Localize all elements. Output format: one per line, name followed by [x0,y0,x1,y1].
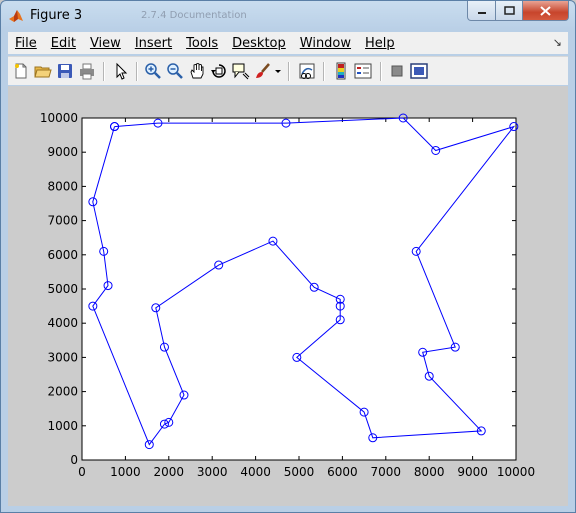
x-tick-label: 1000 [110,465,141,479]
window-title: Figure 3 [30,8,83,23]
x-tick-label: 8000 [414,465,445,479]
insert-legend-icon[interactable] [354,62,372,80]
background-tab: 2.7.4 Documentation [141,10,247,21]
menu-insert-label: Insert [134,35,173,51]
x-tick-label: 9000 [457,465,488,479]
hide-plot-tools-icon[interactable] [388,62,406,80]
x-tick-label: 2000 [154,465,185,479]
x-tick-label: 10000 [497,465,535,479]
menu-tools[interactable]: Tools [179,36,225,51]
menu-insert[interactable]: Insert [128,36,179,51]
matlab-logo-icon [9,10,23,22]
new-figure-icon[interactable] [12,62,30,80]
edit-plot-arrow-icon[interactable] [112,62,130,80]
menu-bar: File Edit View Insert Tools Desktop Wind… [8,32,568,54]
y-tick-label: 10000 [40,111,78,125]
save-icon[interactable] [56,62,74,80]
menu-view[interactable]: View [83,36,128,51]
figure-canvas: 0 1000 2000 3000 4000 5000 6000 7000 8000 9000 100… [8,86,568,506]
menu-edit[interactable]: Edit [44,36,83,51]
y-tick-label: 6000 [47,248,78,262]
toolbar-separator [103,62,105,81]
figure-window: Figure 3 2.7.4 Documentation File Edit V… [0,0,576,513]
y-tick-label: 7000 [47,214,78,228]
menu-help-label: Help [365,35,395,51]
menu-help[interactable]: Help [358,36,402,51]
menu-desktop-label: Desktop [232,35,286,51]
menu-file-label: File [15,35,37,51]
x-tick-label: 3000 [197,465,228,479]
menu-file[interactable]: File [8,36,44,51]
menu-view-label: View [89,35,121,51]
y-tick-label: 9000 [47,145,78,159]
close-icon [540,5,551,16]
y-tick-label: 8000 [47,179,78,193]
x-tick-label: 6000 [327,465,358,479]
y-tick-label: 3000 [47,350,78,364]
zoom-in-icon[interactable] [144,62,162,80]
toolbar-separator [136,62,138,81]
toolbar-separator [380,62,382,81]
menu-tools-label: Tools [186,35,219,51]
brush-icon[interactable] [254,62,272,80]
toolbar-separator [323,62,325,81]
maximize-button[interactable] [495,1,523,21]
y-tick-label: 5000 [47,282,78,296]
rotate-3d-icon[interactable] [210,62,228,80]
minimize-button[interactable] [467,1,496,21]
title-bar[interactable]: Figure 3 2.7.4 Documentation [1,1,575,31]
toolbar-separator [288,62,290,81]
pan-hand-icon[interactable] [188,62,206,80]
menu-desktop[interactable]: Desktop [225,36,293,51]
zoom-out-icon[interactable] [166,62,184,80]
data-cursor-icon[interactable] [232,62,250,80]
menu-edit-label: Edit [50,35,76,51]
minimize-icon [477,11,486,14]
menu-window-label: Window [299,35,352,51]
open-file-icon[interactable] [34,62,52,80]
axes-box[interactable] [81,117,517,461]
print-icon[interactable] [78,62,96,80]
menu-window[interactable]: Window [293,36,358,51]
insert-colorbar-icon[interactable] [332,62,350,80]
plot-svg: 0 1000 2000 3000 4000 5000 6000 7000 8000 9000 100… [40,111,535,479]
figure-toolbar [8,56,568,85]
link-plot-icon[interactable] [298,62,316,80]
y-tick-label: 0 [70,453,78,467]
x-tick-label: 4000 [240,465,271,479]
y-tick-label: 2000 [47,385,78,399]
x-tick-label: 0 [78,465,86,479]
maximize-icon [503,6,515,15]
close-button[interactable] [522,1,569,21]
show-plot-tools-icon[interactable] [410,62,428,80]
x-tick-label: 5000 [284,465,315,479]
dock-arrow-icon[interactable]: ↘ [553,36,562,49]
y-tick-label: 1000 [47,419,78,433]
y-tick-label: 4000 [47,316,78,330]
x-tick-label: 7000 [371,465,402,479]
chevron-down-icon[interactable] [273,62,283,80]
